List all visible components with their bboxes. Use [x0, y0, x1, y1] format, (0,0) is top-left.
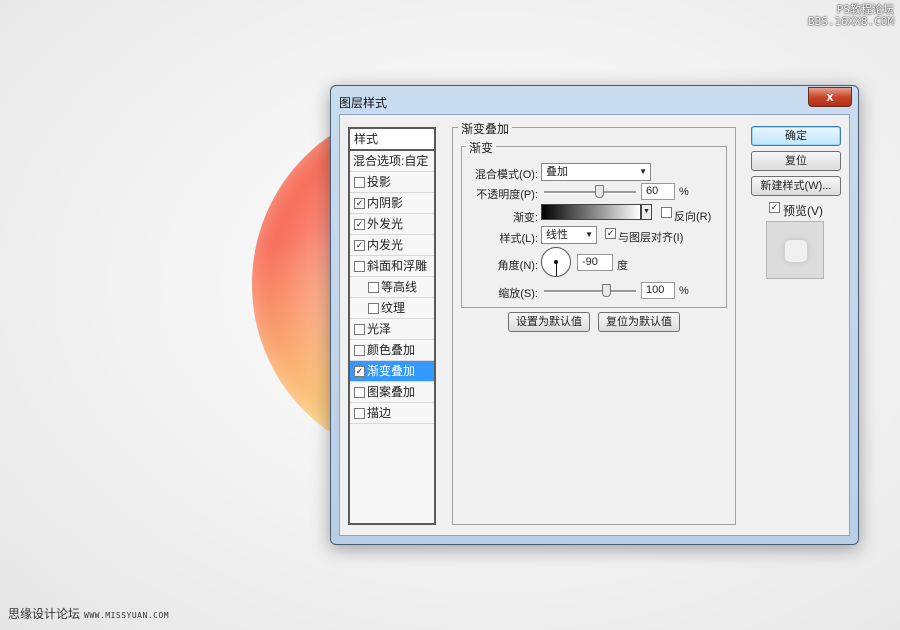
- styles-list: 样式 混合选项:自定 投影 ✓ 内阴影 ✓ 外发光 ✓ 内发光 斜面和浮雕 等高线 纹理 光泽 颜色叠…: [348, 127, 436, 525]
- style-item-label: 内阴影: [367, 196, 404, 210]
- style-item-checkbox[interactable]: [354, 261, 365, 272]
- angle-input[interactable]: -90: [577, 254, 613, 271]
- style-item-checkbox[interactable]: [354, 387, 365, 398]
- blend-mode-value: 叠加: [546, 166, 568, 178]
- style-item-label: 图案叠加: [367, 385, 416, 399]
- watermark-bottom-left: 思缘设计论坛 WWW.MISSYUAN.COM: [8, 605, 169, 622]
- style-item-checkbox[interactable]: [354, 345, 365, 356]
- style-item-label: 投影: [367, 175, 392, 189]
- preview-label: 预览(V): [783, 204, 823, 218]
- gradient-dropdown-button[interactable]: ▼: [641, 204, 652, 220]
- gradient-style-select[interactable]: 线性 ▼: [541, 226, 597, 244]
- opacity-label: 不透明度(P):: [476, 189, 538, 201]
- chevron-down-icon: ▼: [643, 208, 650, 215]
- layer-style-dialog: 图层样式 x 样式 混合选项:自定 投影 ✓ 内阴影 ✓ 外发光 ✓ 内发光 斜面和浮雕 等高线…: [330, 85, 859, 545]
- angle-label: 角度(N):: [497, 260, 538, 272]
- watermark-line-2: BBS.16XX8.COM: [807, 15, 894, 28]
- style-item[interactable]: 颜色叠加: [350, 340, 434, 361]
- style-item-checkbox[interactable]: [368, 282, 379, 293]
- opacity-slider-track[interactable]: [544, 191, 636, 194]
- scale-input[interactable]: 100: [641, 282, 675, 299]
- style-item-label: 等高线: [381, 280, 418, 294]
- style-item[interactable]: 纹理: [350, 298, 434, 319]
- align-with-layer-checkbox[interactable]: ✓: [605, 228, 616, 239]
- angle-dial-needle: [556, 262, 557, 276]
- style-item-label: 光泽: [367, 322, 392, 336]
- reset-button[interactable]: 复位: [751, 151, 841, 171]
- preview-swatch: [785, 240, 807, 262]
- ok-button[interactable]: 确定: [751, 126, 841, 146]
- dialog-title: 图层样式: [339, 96, 388, 110]
- align-with-layer-label: 与图层对齐(I): [618, 232, 684, 244]
- style-preview-thumbnail: [766, 221, 824, 279]
- reverse-label: 反向(R): [674, 211, 712, 223]
- style-item-label: 斜面和浮雕: [367, 259, 428, 273]
- watermark-url: WWW.MISSYUAN.COM: [84, 611, 170, 620]
- style-item[interactable]: 等高线: [350, 277, 434, 298]
- opacity-input[interactable]: 60: [641, 183, 675, 200]
- angle-unit: 度: [617, 260, 628, 272]
- section-title: 渐变叠加: [458, 120, 513, 137]
- style-item[interactable]: ✓ 内阴影: [350, 193, 434, 214]
- style-item-checkbox[interactable]: [354, 177, 365, 188]
- style-item[interactable]: 描边: [350, 403, 434, 424]
- blend-mode-select[interactable]: 叠加 ▼: [541, 163, 651, 181]
- blend-mode-label: 混合模式(O):: [475, 169, 538, 181]
- angle-dial[interactable]: [541, 247, 571, 277]
- style-item-checkbox[interactable]: ✓: [354, 240, 365, 251]
- style-item[interactable]: ✓ 渐变叠加: [350, 361, 434, 382]
- style-item-label: 渐变叠加: [367, 364, 416, 378]
- opacity-unit: %: [679, 186, 689, 198]
- dialog-titlebar[interactable]: 图层样式 x: [331, 86, 858, 114]
- subsection-title: 渐变: [466, 139, 497, 156]
- reset-to-default-button[interactable]: 复位为默认值: [598, 312, 680, 332]
- style-item-label: 内发光: [367, 238, 404, 252]
- blend-options-item[interactable]: 混合选项:自定: [350, 151, 434, 172]
- scale-slider-thumb[interactable]: [601, 284, 611, 297]
- scale-slider-track[interactable]: [544, 290, 636, 293]
- scale-label: 缩放(S):: [498, 288, 538, 300]
- new-style-button[interactable]: 新建样式(W)...: [751, 176, 841, 196]
- scale-unit: %: [679, 285, 689, 297]
- make-default-button[interactable]: 设置为默认值: [508, 312, 590, 332]
- style-item[interactable]: 光泽: [350, 319, 434, 340]
- close-icon: x: [826, 89, 834, 104]
- preview-checkbox[interactable]: ✓: [769, 202, 780, 213]
- styles-header[interactable]: 样式: [350, 129, 434, 151]
- style-item-label: 颜色叠加: [367, 343, 416, 357]
- style-item-checkbox[interactable]: ✓: [354, 366, 365, 377]
- style-item-label: 描边: [367, 406, 392, 420]
- style-item-checkbox[interactable]: ✓: [354, 219, 365, 230]
- style-label: 样式(L):: [499, 233, 539, 245]
- gradient-picker[interactable]: [541, 204, 641, 220]
- watermark-top-right: PS教程论坛 BBS.16XX8.COM: [808, 4, 894, 28]
- chevron-down-icon: ▼: [639, 167, 647, 176]
- close-button[interactable]: x: [808, 87, 852, 107]
- style-item-checkbox[interactable]: [354, 324, 365, 335]
- style-item-checkbox[interactable]: [354, 408, 365, 419]
- gradient-style-value: 线性: [546, 229, 568, 241]
- style-item[interactable]: ✓ 外发光: [350, 214, 434, 235]
- style-item-checkbox[interactable]: ✓: [354, 198, 365, 209]
- style-item[interactable]: 斜面和浮雕: [350, 256, 434, 277]
- style-item-label: 纹理: [381, 301, 406, 315]
- style-item[interactable]: 投影: [350, 172, 434, 193]
- dialog-client: 样式 混合选项:自定 投影 ✓ 内阴影 ✓ 外发光 ✓ 内发光 斜面和浮雕 等高线 纹理 光泽 颜色叠…: [339, 114, 850, 536]
- style-items: 投影 ✓ 内阴影 ✓ 外发光 ✓ 内发光 斜面和浮雕 等高线 纹理 光泽 颜色叠加 ✓ 渐变叠加 图案叠加描…: [350, 172, 434, 424]
- gradient-label: 渐变:: [512, 212, 538, 224]
- style-item-checkbox[interactable]: [368, 303, 379, 314]
- opacity-slider-thumb[interactable]: [595, 185, 605, 198]
- style-item-label: 外发光: [367, 217, 404, 231]
- style-item[interactable]: ✓ 内发光: [350, 235, 434, 256]
- style-item[interactable]: 图案叠加: [350, 382, 434, 403]
- reverse-checkbox[interactable]: [661, 207, 672, 218]
- watermark-site: 思缘设计论坛: [8, 607, 81, 621]
- chevron-down-icon: ▼: [585, 230, 593, 239]
